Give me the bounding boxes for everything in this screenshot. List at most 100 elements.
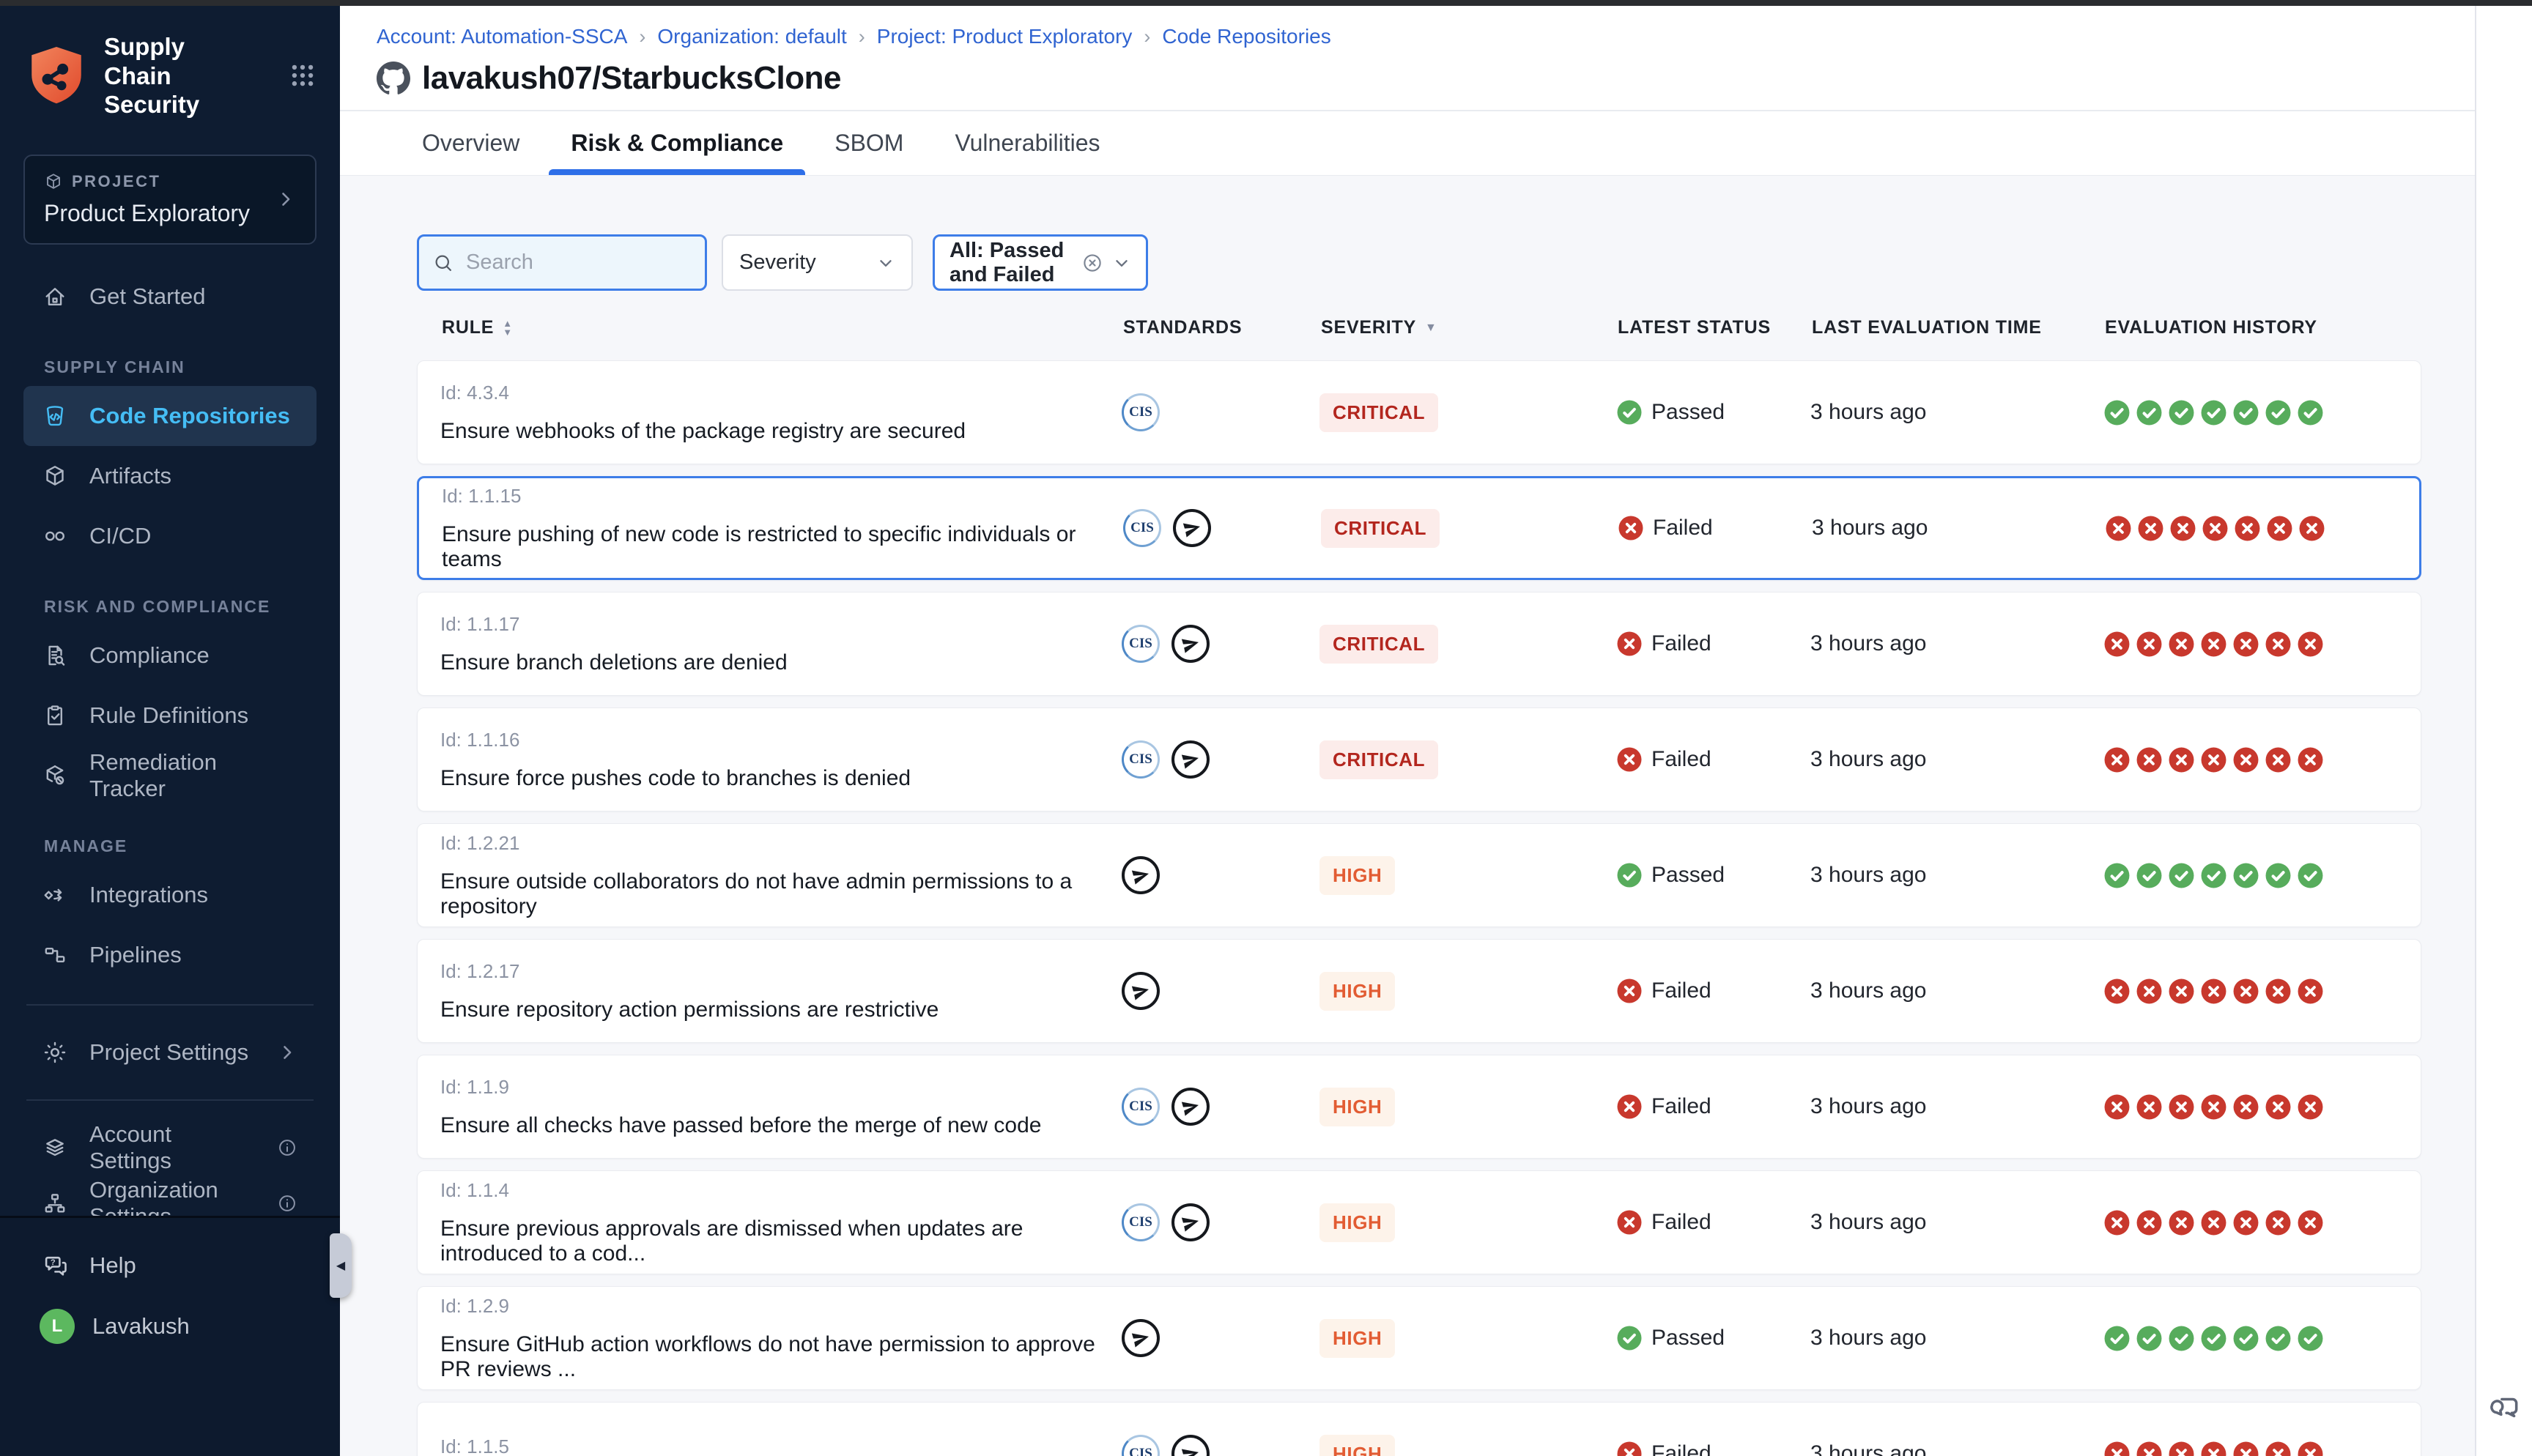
sidebar-item-get-started[interactable]: Get Started (23, 267, 316, 327)
cis-standard-icon: CIS (1122, 393, 1160, 431)
severity-badge: CRITICAL (1319, 393, 1438, 432)
history-fail-icon (2297, 978, 2324, 1005)
history-fail-icon (2169, 515, 2196, 542)
severity-badge: HIGH (1319, 856, 1395, 895)
user-menu[interactable]: L Lavakush (23, 1309, 316, 1344)
status-passed-icon (1616, 862, 1643, 888)
status-failed-icon (1616, 978, 1643, 1004)
info-icon[interactable] (277, 1137, 297, 1158)
paper-plane-standard-icon (1122, 972, 1160, 1010)
sidebar-item-artifacts[interactable]: Artifacts (23, 446, 316, 506)
history-fail-icon (2200, 1209, 2227, 1236)
brand-title: Supply Chain Security (104, 32, 258, 119)
table-row[interactable]: Id: 1.1.17Ensure branch deletions are de… (417, 592, 2421, 696)
sidebar-item-project-settings[interactable]: Project Settings (23, 1025, 316, 1080)
table-row[interactable]: Id: 1.1.9Ensure all checks have passed b… (417, 1055, 2421, 1159)
rule-id: Id: 4.3.4 (440, 382, 1122, 404)
table-row[interactable]: Id: 1.2.17Ensure repository action permi… (417, 939, 2421, 1043)
page-header: Account: Automation-SSCA › Organization: d… (340, 6, 2475, 111)
sidebar-item-rule-definitions[interactable]: Rule Definitions (23, 686, 316, 746)
right-rail (2475, 6, 2532, 1456)
sidebar-item-label: Remediation Tracker (89, 749, 297, 802)
breadcrumb-separator: › (639, 26, 645, 48)
search-input[interactable] (464, 250, 692, 275)
info-icon[interactable] (277, 1193, 297, 1214)
breadcrumb-link[interactable]: Account: Automation-SSCA (377, 25, 627, 48)
search-box (417, 234, 707, 291)
last-evaluation-time: 3 hours ago (1810, 747, 2103, 772)
history-pass-icon (2168, 1325, 2195, 1352)
sidebar-item-label: Organization Settings (89, 1177, 255, 1216)
apps-grid-icon[interactable] (289, 62, 316, 89)
tab-overview[interactable]: Overview (422, 111, 519, 175)
table-row[interactable]: Id: 4.3.4Ensure webhooks of the package … (417, 360, 2421, 464)
severity-badge: HIGH (1319, 1088, 1395, 1126)
rule-id: Id: 1.1.15 (442, 485, 1123, 508)
status-filter-dropdown[interactable]: All: Passed and Failed (933, 234, 1148, 291)
sidebar-item-compliance[interactable]: Compliance (23, 625, 316, 686)
sidebar-item-account-settings[interactable]: Account Settings (23, 1120, 316, 1175)
history-fail-icon (2298, 515, 2325, 542)
table-row[interactable]: Id: 1.1.4Ensure previous approvals are d… (417, 1170, 2421, 1274)
history-fail-icon (2136, 746, 2163, 773)
table-row[interactable]: Id: 1.2.21Ensure outside collaborators d… (417, 823, 2421, 927)
severity-badge: HIGH (1319, 972, 1395, 1011)
sidebar-collapse-handle[interactable]: ◀ (330, 1233, 352, 1298)
history-pass-icon (2297, 1325, 2324, 1352)
last-evaluation-time: 3 hours ago (1810, 863, 2103, 888)
history-pass-icon (2232, 1325, 2259, 1352)
tab-vulnerabilities[interactable]: Vulnerabilities (955, 111, 1100, 175)
sidebar-item-remediation-tracker[interactable]: Remediation Tracker (23, 746, 316, 806)
tab-risk-compliance[interactable]: Risk & Compliance (571, 111, 783, 175)
sidebar-item-label: Integrations (89, 882, 208, 908)
table-row[interactable]: Id: 1.1.5CISHIGHFailed3 hours ago (417, 1402, 2421, 1456)
history-pass-icon (2136, 399, 2163, 426)
sidebar-item-code-repositories[interactable]: Code Repositories (23, 386, 316, 446)
sidebar-item-organization-settings[interactable]: Organization Settings (23, 1175, 316, 1216)
sort-icon[interactable]: ▲▼ (503, 319, 513, 335)
severity-badge: CRITICAL (1321, 509, 1440, 548)
history-fail-icon (2103, 1093, 2131, 1121)
severity-cell: HIGH (1319, 1203, 1616, 1242)
last-evaluation-time: 3 hours ago (1810, 1441, 2103, 1456)
history-fail-icon (2168, 978, 2195, 1005)
last-evaluation-time: 3 hours ago (1810, 978, 2103, 1003)
standards-cell: CIS (1122, 1435, 1319, 1456)
tab-sbom[interactable]: SBOM (834, 111, 903, 175)
sidebar-footer-nav: Project Settings Account Settings Organi… (23, 985, 316, 1216)
rule-cell: Id: 1.1.4Ensure previous approvals are d… (440, 1179, 1122, 1266)
history-pass-icon (2136, 862, 2163, 889)
rule-cell: Id: 1.2.9Ensure GitHub action workflows … (440, 1295, 1122, 1382)
sort-desc-icon[interactable]: ▼ (1425, 322, 1437, 335)
severity-cell: HIGH (1319, 972, 1616, 1011)
breadcrumb-link[interactable]: Project: Product Exploratory (877, 25, 1133, 48)
history-fail-icon (2265, 978, 2292, 1005)
sidebar-item-ci-cd[interactable]: CI/CD (23, 506, 316, 566)
nav-section-label: SUPPLY CHAIN (44, 357, 316, 377)
breadcrumb-link[interactable]: Code Repositories (1162, 25, 1330, 48)
history-fail-icon (2202, 515, 2229, 542)
breadcrumb-link[interactable]: Organization: default (657, 25, 846, 48)
table-row[interactable]: Id: 1.1.16Ensure force pushes code to br… (417, 707, 2421, 811)
table-row[interactable]: Id: 1.2.9Ensure GitHub action workflows … (417, 1286, 2421, 1390)
help-button[interactable]: ? Help (23, 1240, 316, 1291)
feedback-chat-icon[interactable] (2486, 1389, 2522, 1430)
sidebar-item-pipelines[interactable]: Pipelines (23, 925, 316, 985)
cis-standard-icon: CIS (1122, 625, 1160, 663)
history-pass-icon (2265, 1325, 2292, 1352)
severity-cell: CRITICAL (1319, 740, 1616, 779)
clear-filter-icon[interactable] (1081, 252, 1103, 274)
sidebar-item-integrations[interactable]: Integrations (23, 865, 316, 925)
divider (26, 1099, 314, 1101)
column-header-rule: RULE (442, 317, 494, 338)
table-row[interactable]: Id: 1.1.15Ensure pushing of new code is … (417, 476, 2421, 580)
history-fail-icon (2168, 1441, 2195, 1456)
history-fail-icon (2200, 746, 2227, 773)
latest-status-cell: Failed (1616, 746, 1810, 773)
doc-search-icon (42, 643, 67, 668)
severity-filter-dropdown[interactable]: Severity (722, 234, 913, 291)
rule-text: Ensure branch deletions are denied (440, 650, 1122, 675)
severity-filter-label: Severity (739, 250, 816, 275)
project-selector[interactable]: PROJECT Product Exploratory (23, 155, 316, 245)
infinity-icon (42, 524, 67, 549)
